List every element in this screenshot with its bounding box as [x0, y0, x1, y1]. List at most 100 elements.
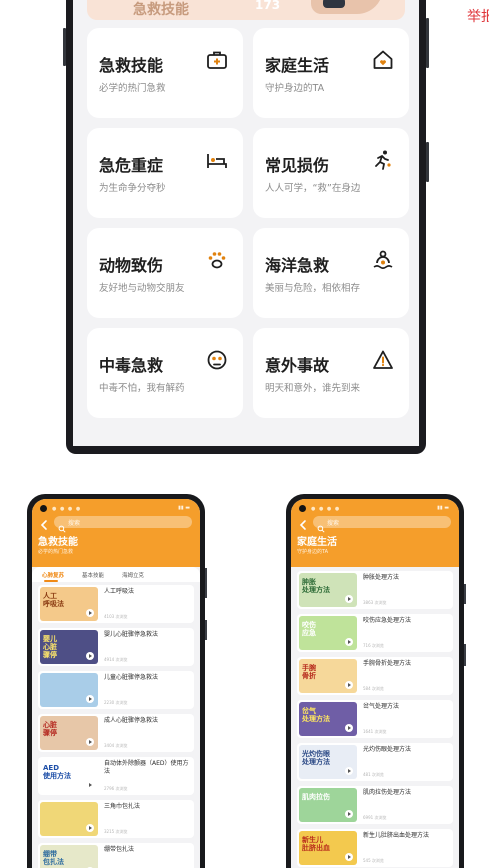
card-title: 海洋急救 [265, 256, 330, 275]
search-placeholder: 搜索 [68, 520, 81, 527]
play-icon [86, 609, 94, 617]
banner-illustration-figure [323, 0, 345, 8]
family-life-list-screen: ● ● ● ● ▮▮ ▬ 搜索 家庭生活 守护身边的TA 肿胀 处理方法 肿胀处理… [291, 499, 459, 868]
card-subtitle: 人人可学，“救”在身边 [265, 183, 361, 194]
category-card-animal-injuries[interactable]: 动物致伤 友好地与动物交朋友 [87, 228, 243, 318]
article-thumbnail: 心脏 骤停 [40, 716, 98, 750]
back-arrow-icon[interactable] [38, 516, 50, 530]
article-title: 肿胀处理方法 [363, 574, 400, 581]
first-aid-kit-icon [205, 48, 229, 72]
phone-side-button [205, 568, 207, 598]
banner-text: 急救技能 [133, 2, 189, 18]
orange-header: ● ● ● ● ▮▮ ▬ 搜索 家庭生活 守护身边的TA [291, 499, 459, 567]
list-item[interactable]: 咬伤 应急 咬伤应急处理方法 716 次浏览 [297, 614, 453, 652]
list-item[interactable]: 绷带 包扎法 绷带包扎法 [38, 843, 194, 868]
card-title: 常见损伤 [265, 156, 330, 175]
card-title: 急危重症 [99, 156, 164, 175]
view-count: 481 次浏览 [363, 772, 384, 777]
status-icons: ● ● ● ● [311, 506, 341, 512]
category-card-critical-illness[interactable]: 急危重症 为生命争分夺秒 [87, 128, 243, 218]
list-item[interactable]: 儿童心脏骤停急救法 2230 次浏览 [38, 671, 194, 709]
hospital-bed-icon [205, 148, 229, 172]
list-item[interactable]: 心脏 骤停 成人心脏骤停急救法 3404 次浏览 [38, 714, 194, 752]
thumbnail-caption: 人工 呼吸法 [43, 592, 64, 608]
play-icon [345, 767, 353, 775]
card-title: 动物致伤 [99, 256, 164, 275]
category-card-ocean-rescue[interactable]: 海洋急救 美丽与危险，相依相存 [253, 228, 409, 318]
large-phone-frame: 急救技能 173 急救技能 必学的热门急救 家庭生活 守护身边的TA 急危重症 … [63, 0, 429, 454]
card-subtitle: 守护身边的TA [265, 83, 325, 94]
search-bar[interactable]: 搜索 [54, 516, 192, 533]
play-icon [345, 810, 353, 818]
play-icon [86, 781, 94, 789]
article-thumbnail: 咬伤 应急 [299, 616, 357, 650]
list-item[interactable]: 新生儿 肚脐出血 新生儿肚脐出血处理方法 545 次浏览 [297, 829, 453, 867]
search-icon [317, 518, 325, 533]
list-item[interactable]: 婴儿 心脏 骤停 婴儿心脏骤停急救法 4914 次浏览 [38, 628, 194, 666]
search-bar[interactable]: 搜索 [313, 516, 451, 533]
play-icon [86, 695, 94, 703]
play-icon [345, 681, 353, 689]
phone-side-button [205, 620, 207, 640]
article-title: 婴儿心脏骤停急救法 [104, 631, 159, 638]
list-item[interactable]: 人工 呼吸法 人工呼吸法 4103 次浏览 [38, 585, 194, 623]
article-title: 自动体外除颤器（AED）使用方法 [104, 760, 189, 775]
article-title: 咬伤应急处理方法 [363, 617, 412, 624]
article-title: 肌肉拉伤处理方法 [363, 789, 412, 796]
article-title: 三角巾包扎法 [104, 803, 141, 810]
list-item[interactable]: 肿胀 处理方法 肿胀处理方法 3863 次浏览 [297, 571, 453, 609]
list-item[interactable]: 手腕 骨折 手腕骨折处理方法 584 次浏览 [297, 657, 453, 695]
category-screen: 急救技能 173 急救技能 必学的热门急救 家庭生活 守护身边的TA 急危重症 … [73, 0, 419, 446]
article-title: 手腕骨折处理方法 [363, 660, 412, 667]
status-icons: ● ● ● ● [52, 506, 82, 512]
list-item[interactable]: 岔气 处理方法 岔气处理方法 1641 次浏览 [297, 700, 453, 738]
thumbnail-caption: 绷带 包扎法 [43, 850, 64, 866]
article-title: 光灼伤眼处理方法 [363, 746, 412, 753]
category-card-first-aid[interactable]: 急救技能 必学的热门急救 [87, 28, 243, 118]
tab-heimlich[interactable]: 海姆立克 [122, 571, 144, 579]
status-battery: ▮▮ ▬ [178, 505, 190, 511]
list-item[interactable]: 三角巾包扎法 3215 次浏览 [38, 800, 194, 838]
list-item[interactable]: 肌肉拉伤 肌肉拉伤处理方法 6991 次浏览 [297, 786, 453, 824]
back-arrow-icon[interactable] [297, 516, 309, 530]
thumbnail-caption: 新生儿 肚脐出血 [302, 836, 330, 852]
view-count: 3215 次浏览 [104, 829, 128, 834]
category-card-family-life[interactable]: 家庭生活 守护身边的TA [253, 28, 409, 118]
category-card-accidents[interactable]: 意外事故 明天和意外，谁先到来 [253, 328, 409, 418]
phone-side-button [63, 28, 66, 66]
view-count: 4103 次浏览 [104, 614, 128, 619]
banner-illustration [311, 0, 383, 14]
view-count: 3863 次浏览 [363, 600, 387, 605]
view-count: 1641 次浏览 [363, 729, 387, 734]
card-subtitle: 明天和意外，谁先到来 [265, 383, 361, 394]
card-title: 急救技能 [99, 56, 164, 75]
play-icon [345, 638, 353, 646]
article-thumbnail: 婴儿 心脏 骤停 [40, 630, 98, 664]
thumbnail-caption: 岔气 处理方法 [302, 707, 330, 723]
page: 急救技能 173 急救技能 必学的热门急救 家庭生活 守护身边的TA 急危重症 … [0, 0, 489, 868]
card-subtitle: 友好地与动物交朋友 [99, 283, 185, 294]
article-thumbnail: 岔气 处理方法 [299, 702, 357, 736]
thumbnail-caption: 肿胀 处理方法 [302, 578, 330, 594]
list-item[interactable]: AED 使用方法 自动体外除颤器（AED）使用方法 2796 次浏览 [38, 757, 194, 795]
view-count: 3404 次浏览 [104, 743, 128, 748]
article-title: 儿童心脏骤停急救法 [104, 674, 159, 681]
list-item[interactable]: 光灼伤眼 处理方法 光灼伤眼处理方法 481 次浏览 [297, 743, 453, 781]
category-card-poisoning[interactable]: 中毒急救 中毒不怕，我有解药 [87, 328, 243, 418]
play-icon [86, 652, 94, 660]
category-card-common-injuries[interactable]: 常见损伤 人人可学，“救”在身边 [253, 128, 409, 218]
paw-icon [205, 248, 229, 272]
report-link[interactable]: 举报 [467, 6, 489, 26]
tab-basic-skills[interactable]: 基本技能 [82, 571, 104, 579]
play-icon [345, 595, 353, 603]
play-icon [345, 724, 353, 732]
view-count: 716 次浏览 [363, 643, 384, 648]
thumbnail-caption: 咬伤 应急 [302, 621, 316, 637]
article-thumbnail: 绷带 包扎法 [40, 845, 98, 868]
search-icon [58, 518, 66, 533]
promo-banner[interactable]: 急救技能 173 [87, 0, 405, 20]
card-title: 家庭生活 [265, 56, 330, 75]
banner-count: 173 [255, 0, 281, 12]
tab-cpr[interactable]: 心肺复苏 [42, 571, 64, 579]
page-subtitle: 必学的热门急救 [38, 549, 74, 555]
